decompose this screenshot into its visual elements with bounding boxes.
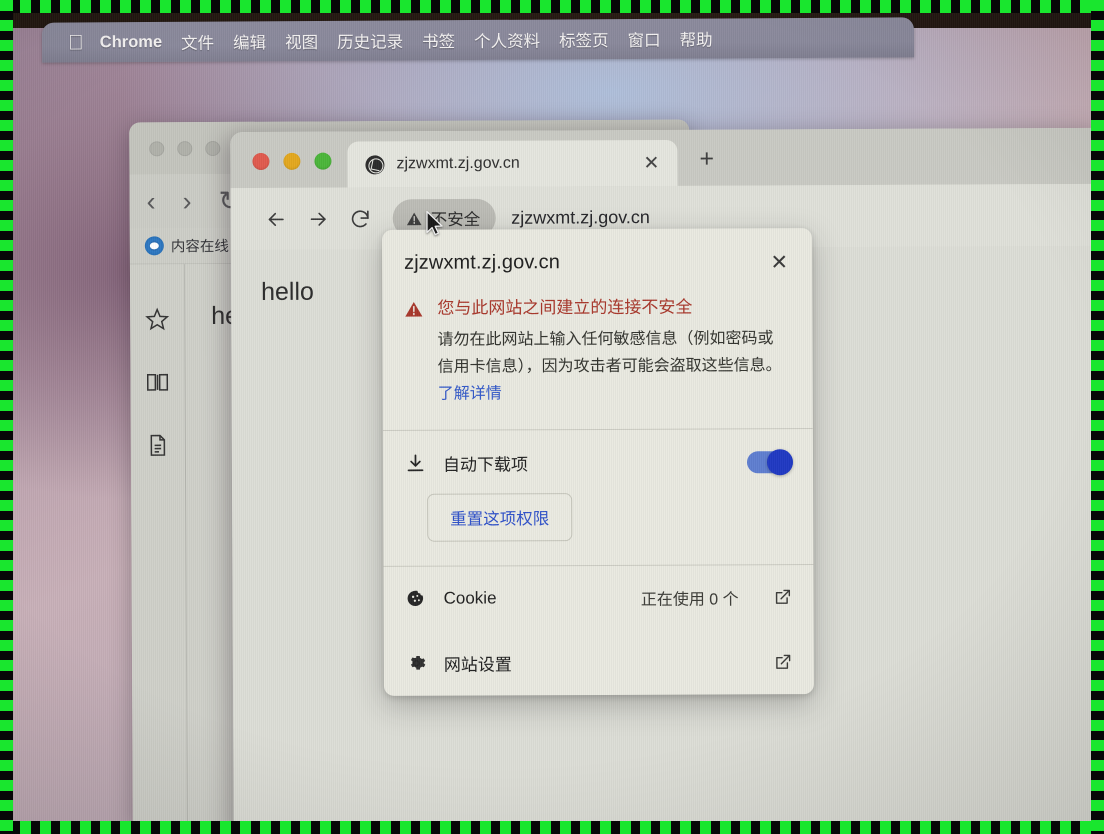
menu-item-history[interactable]: 历史记录 (337, 28, 403, 52)
background-back-icon[interactable]: ‹ (147, 186, 156, 217)
permission-section: 自动下载项 重置这项权限 (383, 429, 814, 566)
menu-item-file[interactable]: 文件 (181, 30, 214, 54)
background-forward-icon[interactable]: › (183, 186, 192, 217)
window-controls[interactable] (252, 152, 332, 188)
cookie-icon (406, 589, 427, 610)
menu-item-help[interactable]: 帮助 (680, 27, 713, 51)
new-tab-button[interactable]: + (699, 145, 714, 186)
site-settings-label: 网站设置 (443, 655, 512, 676)
cookie-usage-value: 正在使用 0 个 (640, 591, 739, 610)
macos-menubar[interactable]:  Chrome 文件 编辑 视图 历史记录 书签 个人资料 标签页 窗口 帮助 (41, 17, 915, 63)
cookie-row[interactable]: Cookie 正在使用 0 个 (383, 565, 813, 631)
warning-triangle-icon (406, 211, 423, 226)
cookie-label: Cookie (443, 588, 497, 609)
menu-item-chrome[interactable]: Chrome (100, 32, 162, 51)
photographed-screen:  Chrome 文件 编辑 视图 历史记录 书签 个人资料 标签页 窗口 帮助… (0, 0, 1104, 834)
popup-header: zjzwxmt.zj.gov.cn ✕ (382, 228, 812, 293)
insecure-connection-warning: 您与此网站之间建立的连接不安全 请勿在此网站上输入任何敏感信息（例如密码或信用卡… (382, 291, 813, 430)
site-settings-row[interactable]: 网站设置 (384, 629, 814, 696)
gear-icon (406, 653, 427, 674)
document-icon[interactable] (145, 432, 171, 458)
close-icon[interactable]: ✕ (639, 153, 663, 174)
warning-triangle-icon (404, 301, 423, 318)
close-window-button[interactable] (252, 152, 270, 171)
address-bar-url[interactable]: zjzwxmt.zj.gov.cn (511, 207, 650, 229)
menu-item-bookmarks[interactable]: 书签 (422, 28, 455, 52)
external-link-icon[interactable] (774, 589, 792, 607)
tab-title: zjzwxmt.zj.gov.cn (396, 154, 520, 173)
background-minimize-button[interactable] (177, 140, 193, 156)
menu-item-view[interactable]: 视图 (285, 29, 318, 53)
minimize-window-button[interactable] (283, 152, 301, 170)
download-icon (405, 453, 426, 474)
toggle-knob (766, 449, 794, 476)
reset-permission-button[interactable]: 重置这项权限 (427, 493, 573, 543)
menu-item-tabs[interactable]: 标签页 (559, 27, 609, 51)
warning-description: 请勿在此网站上输入任何敏感信息（例如密码或信用卡信息），因为攻击者可能会盗取这些… (437, 326, 788, 408)
site-information-popup[interactable]: zjzwxmt.zj.gov.cn ✕ 您与此网站之间建立的连接不安全 请勿在此… (381, 228, 815, 697)
learn-more-link[interactable]: 了解详情 (438, 385, 502, 402)
star-icon[interactable] (144, 306, 170, 332)
bookmark-favicon-icon (144, 236, 164, 256)
auto-download-permission-row[interactable]: 自动下载项 (405, 449, 794, 477)
browser-tab[interactable]: zjzwxmt.zj.gov.cn ✕ (347, 139, 678, 188)
permission-label: 自动下载项 (442, 455, 529, 476)
background-sidebar[interactable] (129, 264, 188, 823)
mouse-cursor (425, 210, 444, 237)
apple-logo-icon[interactable]:  (68, 31, 84, 54)
menu-item-edit[interactable]: 编辑 (233, 29, 266, 53)
arrow-right-icon[interactable] (297, 198, 339, 240)
warning-description-text: 请勿在此网站上输入任何敏感信息（例如密码或信用卡信息），因为攻击者可能会盗取这些… (437, 330, 782, 376)
book-icon[interactable] (144, 369, 170, 395)
auto-download-toggle[interactable] (746, 449, 794, 476)
background-maximize-button[interactable] (205, 140, 221, 156)
globe-favicon-icon (365, 154, 385, 174)
warning-text-block: 您与此网站之间建立的连接不安全 请勿在此网站上输入任何敏感信息（例如密码或信用卡… (437, 295, 788, 408)
warning-title: 您与此网站之间建立的连接不安全 (437, 297, 693, 318)
background-close-button[interactable] (149, 140, 165, 156)
menu-item-profile[interactable]: 个人资料 (474, 28, 540, 52)
arrow-left-icon[interactable] (255, 198, 297, 240)
reset-button-wrap: 重置这项权限 (405, 475, 793, 557)
menu-item-window[interactable]: 窗口 (628, 27, 661, 51)
external-link-icon[interactable] (774, 653, 792, 671)
chrome-tabstrip[interactable]: zjzwxmt.zj.gov.cn ✕ + (230, 127, 1103, 189)
close-icon[interactable]: ✕ (766, 250, 792, 275)
bookmark-label[interactable]: 内容在线 (171, 235, 229, 256)
popup-origin-title: zjzwxmt.zj.gov.cn (404, 251, 560, 274)
reload-icon[interactable] (339, 197, 381, 239)
maximize-window-button[interactable] (314, 152, 332, 170)
